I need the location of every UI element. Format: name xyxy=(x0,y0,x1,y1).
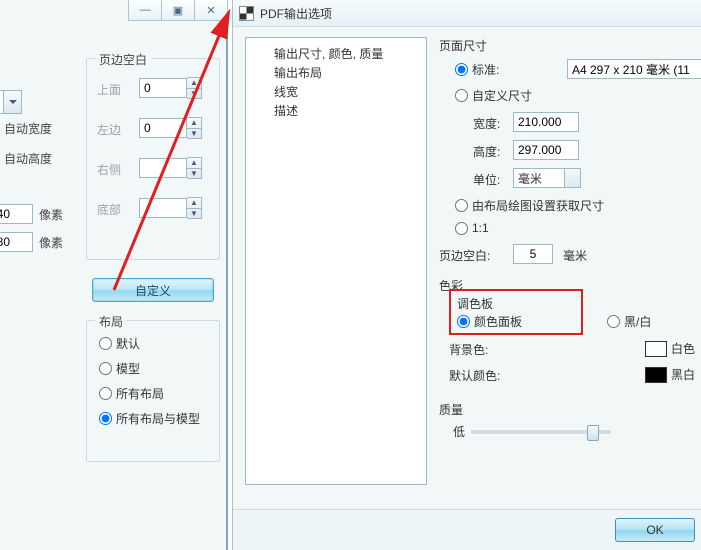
margin-left-label: 左边 xyxy=(97,121,121,138)
units-dropdown[interactable]: 毫米 xyxy=(513,168,581,188)
quality-section-label: 质量 xyxy=(439,401,463,418)
height-label: 高度: xyxy=(473,143,500,160)
margin-unit-label: 毫米 xyxy=(563,247,587,264)
custom-button[interactable]: 自定义 xyxy=(92,278,214,302)
units-label: 单位: xyxy=(473,171,500,188)
layout-all-models-label: 所有布局与模型 xyxy=(116,410,200,427)
margins-legend: 页边空白 xyxy=(95,51,151,68)
tree-item-output-size[interactable]: 输出尺寸, 颜色, 质量 xyxy=(246,44,426,63)
bg-color-label: 背景色: xyxy=(449,341,488,358)
pdf-output-options-dialog: PDF输出选项 输出尺寸, 颜色, 质量 输出布局 线宽 描述 页面尺寸 标准:… xyxy=(232,0,701,550)
height-field[interactable] xyxy=(0,232,33,252)
margins-group: 页边空白 上面 ▲▼ 左边 ▲▼ 右侧 ▲▼ 底部 ▲▼ xyxy=(86,58,220,260)
dialog-title: PDF输出选项 xyxy=(260,5,332,22)
width-label: 宽度: xyxy=(473,115,500,132)
page-size-section-label: 页面尺寸 xyxy=(439,37,487,54)
tree-item-description[interactable]: 描述 xyxy=(246,101,426,120)
margin-right-label: 右侧 xyxy=(97,161,121,178)
custom-size-radio[interactable] xyxy=(455,89,468,102)
from-layout-radio[interactable] xyxy=(455,199,468,212)
one-to-one-label: 1:1 xyxy=(472,221,489,235)
layout-default-radio[interactable] xyxy=(99,337,112,350)
margin-top-label: 上面 xyxy=(97,81,121,98)
standard-label: 标准: xyxy=(472,61,499,78)
ok-button[interactable]: OK xyxy=(615,518,695,542)
layout-default-label: 默认 xyxy=(116,335,140,352)
bg-color-swatch[interactable] xyxy=(645,341,667,357)
standard-radio[interactable] xyxy=(455,63,468,76)
ok-button-label: OK xyxy=(646,523,663,537)
custom-size-label: 自定义尺寸 xyxy=(472,87,532,104)
options-form: 页面尺寸 标准: 自定义尺寸 宽度: 高度: 单位: 毫米 xyxy=(435,33,701,507)
margin-bottom-label: 底部 xyxy=(97,201,121,218)
annotation-red-box xyxy=(449,289,583,335)
margin-left-field[interactable] xyxy=(139,118,187,138)
palette-bw-label: 黑/白 xyxy=(624,313,651,330)
margin-bottom-stepper[interactable]: ▲▼ xyxy=(187,197,202,219)
from-layout-row[interactable]: 由布局绘图设置获取尺寸 xyxy=(455,197,604,214)
from-layout-label: 由布局绘图设置获取尺寸 xyxy=(472,197,604,214)
custom-height-field[interactable] xyxy=(513,140,579,160)
chevron-down-icon xyxy=(3,91,21,113)
layout-legend: 布局 xyxy=(95,313,127,330)
layout-all[interactable]: 所有布局 xyxy=(99,385,219,402)
close-button[interactable]: ✕ xyxy=(194,0,228,21)
margin-left-stepper[interactable]: ▲▼ xyxy=(187,117,202,139)
page-margin-field[interactable] xyxy=(513,244,553,264)
layout-all-models[interactable]: 所有布局与模型 xyxy=(99,410,219,427)
default-color-value: 黑白 xyxy=(671,366,695,383)
bg-color-swatch-row[interactable]: 白色 xyxy=(645,340,695,357)
tree-item-linewidth[interactable]: 线宽 xyxy=(246,82,426,101)
quality-slider-row: 低 xyxy=(453,423,611,440)
window-buttons: — ▣ ✕ xyxy=(129,0,228,22)
margin-top-field[interactable] xyxy=(139,78,187,98)
tree-item-output-layout[interactable]: 输出布局 xyxy=(246,63,426,82)
units-value: 毫米 xyxy=(518,170,542,187)
auto-width-label: 自动宽度 xyxy=(4,120,52,137)
margin-right-stepper[interactable]: ▲▼ xyxy=(187,157,202,179)
layout-model-radio[interactable] xyxy=(99,362,112,375)
layout-model-label: 模型 xyxy=(116,360,140,377)
restore-button[interactable]: ▣ xyxy=(161,0,195,21)
standard-size-row[interactable]: 标准: xyxy=(455,61,499,78)
dialog-icon xyxy=(239,6,254,21)
chevron-down-icon xyxy=(568,176,576,184)
unit-px-label-2: 像素 xyxy=(39,234,63,251)
margin-top-stepper[interactable]: ▲▼ xyxy=(187,77,202,99)
custom-button-label: 自定义 xyxy=(135,282,171,299)
unknown-dropdown[interactable] xyxy=(0,90,22,114)
default-color-swatch[interactable] xyxy=(645,367,667,383)
dialog-body: 输出尺寸, 颜色, 质量 输出布局 线宽 描述 页面尺寸 标准: 自定义尺寸 宽… xyxy=(233,27,701,507)
layout-default[interactable]: 默认 xyxy=(99,335,219,352)
dialog-button-bar: OK xyxy=(233,509,701,550)
palette-bw-row[interactable]: 黑/白 xyxy=(607,313,651,330)
layout-all-models-radio[interactable] xyxy=(99,412,112,425)
layout-model[interactable]: 模型 xyxy=(99,360,219,377)
layout-all-label: 所有布局 xyxy=(116,385,164,402)
background-settings-panel: — ▣ ✕ 自动宽度 自动高度 像素 像素 页边空白 上面 ▲▼ 左边 ▲▼ 右… xyxy=(0,0,228,550)
default-color-label: 默认颜色: xyxy=(449,367,500,384)
quality-low-label: 低 xyxy=(453,423,465,440)
default-color-swatch-row[interactable]: 黑白 xyxy=(645,366,695,383)
palette-bw-radio[interactable] xyxy=(607,315,620,328)
one-to-one-row[interactable]: 1:1 xyxy=(455,221,489,235)
layout-all-radio[interactable] xyxy=(99,387,112,400)
dialog-titlebar: PDF输出选项 xyxy=(233,0,701,27)
auto-height-label: 自动高度 xyxy=(4,150,52,167)
custom-width-field[interactable] xyxy=(513,112,579,132)
minimize-button[interactable]: — xyxy=(128,0,162,21)
width-field[interactable] xyxy=(0,204,33,224)
margin-label: 页边空白: xyxy=(439,247,490,264)
one-to-one-radio[interactable] xyxy=(455,222,468,235)
quality-slider[interactable] xyxy=(471,430,611,434)
standard-size-field[interactable] xyxy=(567,59,701,79)
bg-color-value: 白色 xyxy=(671,340,695,357)
margin-right-field[interactable] xyxy=(139,158,187,178)
custom-size-row[interactable]: 自定义尺寸 xyxy=(455,87,532,104)
quality-slider-thumb[interactable] xyxy=(587,425,599,441)
margin-bottom-field[interactable] xyxy=(139,198,187,218)
layout-group: 布局 默认 模型 所有布局 所有布局与模型 xyxy=(86,320,220,462)
options-tree[interactable]: 输出尺寸, 颜色, 质量 输出布局 线宽 描述 xyxy=(245,37,427,485)
unit-px-label: 像素 xyxy=(39,206,63,223)
